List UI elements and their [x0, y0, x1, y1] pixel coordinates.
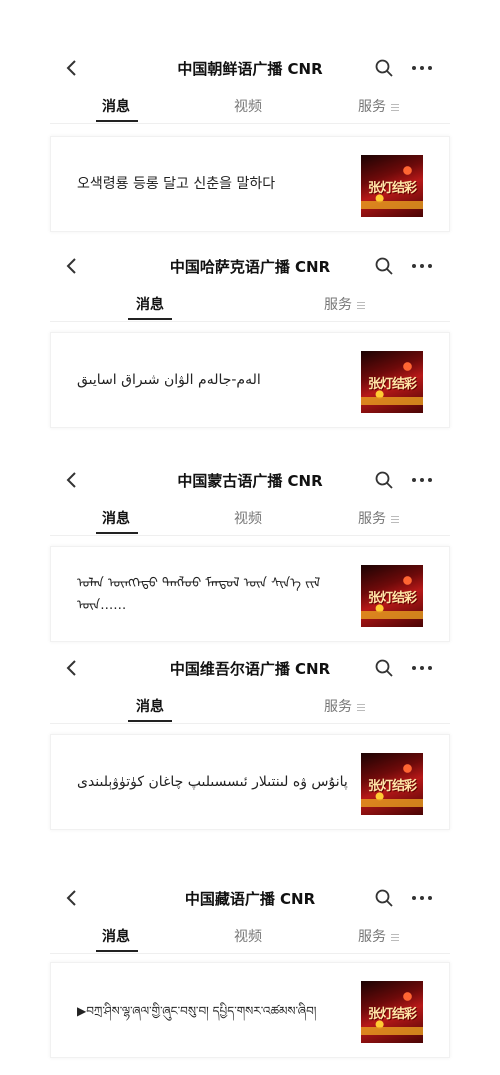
- thumbnail-caption: 张灯结彩: [367, 377, 417, 392]
- active-tab-indicator: [128, 318, 172, 320]
- menu-icon: [357, 703, 365, 711]
- menu-icon: [357, 301, 365, 309]
- app-panel-uyghur: 中国维吾尔语广播 CNR 消息 服务 پانۇس ۋە لىنتىلار ئىس…: [50, 648, 450, 830]
- tab-services[interactable]: 服务: [358, 508, 399, 528]
- message-card[interactable]: ᠣᠯᠠᠨ ᠥᠩᠭᠡᠲᠦ ᠳᠡᠩᠯᠦᠦ ᠮᠠᠨᠳᠤᠯ ᠦᠨ ᠰᠢᠨ᠎ᠡ ᠵᠢᠯ ᠦ…: [50, 546, 450, 642]
- tab-services[interactable]: 服务: [358, 96, 399, 116]
- app-panel-korean: 中国朝鲜语广播 CNR 消息 视频 服务 오색령룡 등롱 달고 신춘을 말하다 …: [50, 48, 450, 232]
- menu-icon: [391, 515, 399, 523]
- tab-news[interactable]: 消息: [136, 294, 164, 314]
- thumbnail-image: 张灯结彩: [361, 981, 423, 1043]
- app-panel-tibetan: 中国藏语广播 CNR 消息 视频 服务 ▶བཀྲ་ཤིས་ལྷ་ཞལ་གྱི་ཞ…: [50, 878, 450, 1058]
- message-card[interactable]: ▶བཀྲ་ཤིས་ལྷ་ཞལ་གྱི་ཞུང་བསུ་བ། དཔྱིད་གསར་…: [50, 962, 450, 1058]
- message-card[interactable]: پانۇس ۋە لىنتىلار ئىسسىلىپ چاغان كۈتۈۋېل…: [50, 734, 450, 830]
- more-dots-icon[interactable]: [410, 58, 434, 78]
- tab-services-label: 服务: [324, 699, 352, 715]
- tab-services-label: 服务: [358, 511, 386, 527]
- thumbnail-caption: 张灯结彩: [367, 779, 417, 794]
- tab-news[interactable]: 消息: [102, 508, 130, 528]
- tab-bar: 消息 服务: [50, 286, 450, 322]
- thumbnail-caption: 张灯结彩: [367, 1007, 417, 1022]
- thumbnail-image: 张灯结彩: [361, 565, 423, 627]
- search-icon[interactable]: [374, 256, 394, 276]
- nav-bar: 中国蒙古语广播 CNR: [50, 460, 450, 500]
- tab-bar: 消息 视频 服务: [50, 918, 450, 954]
- tab-services[interactable]: 服务: [358, 926, 399, 946]
- active-tab-indicator: [128, 720, 172, 722]
- tab-services[interactable]: 服务: [324, 294, 365, 314]
- tab-video[interactable]: 视频: [234, 926, 262, 946]
- message-text: الەم-جالەم الۋان شىراق اسايىق: [77, 372, 261, 389]
- tab-video[interactable]: 视频: [234, 508, 262, 528]
- message-card[interactable]: 오색령룡 등롱 달고 신춘을 말하다 张灯结彩: [50, 136, 450, 232]
- more-dots-icon[interactable]: [410, 470, 434, 490]
- more-dots-icon[interactable]: [410, 256, 434, 276]
- tab-bar: 消息 服务: [50, 688, 450, 724]
- more-dots-icon[interactable]: [410, 888, 434, 908]
- tab-services[interactable]: 服务: [324, 696, 365, 716]
- tab-video[interactable]: 视频: [234, 96, 262, 116]
- active-tab-indicator: [96, 120, 138, 122]
- search-icon[interactable]: [374, 888, 394, 908]
- nav-bar: 中国维吾尔语广播 CNR: [50, 648, 450, 688]
- thumbnail-caption: 张灯结彩: [367, 591, 417, 606]
- tab-news[interactable]: 消息: [102, 96, 130, 116]
- tab-bar: 消息 视频 服务: [50, 88, 450, 124]
- message-text: ▶བཀྲ་ཤིས་ལྷ་ཞལ་གྱི་ཞུང་བསུ་བ། དཔྱིད་གསར་…: [77, 1003, 317, 1018]
- message-text: 오색령룡 등롱 달고 신춘을 말하다: [77, 176, 276, 193]
- tab-news[interactable]: 消息: [136, 696, 164, 716]
- thumbnail-image: 张灯结彩: [361, 753, 423, 815]
- more-dots-icon[interactable]: [410, 658, 434, 678]
- app-panel-mongolian: 中国蒙古语广播 CNR 消息 视频 服务 ᠣᠯᠠᠨ ᠥᠩᠭᠡᠲᠦ ᠳᠡᠩᠯᠦᠦ …: [50, 460, 450, 642]
- tab-services-label: 服务: [358, 99, 386, 115]
- tab-services-label: 服务: [324, 297, 352, 313]
- message-card[interactable]: الەم-جالەم الۋان شىراق اسايىق 张灯结彩: [50, 332, 450, 428]
- thumbnail-caption: 张灯结彩: [367, 181, 417, 196]
- menu-icon: [391, 933, 399, 941]
- active-tab-indicator: [96, 532, 138, 534]
- menu-icon: [391, 103, 399, 111]
- search-icon[interactable]: [374, 658, 394, 678]
- app-panel-kazakh: 中国哈萨克语广播 CNR 消息 服务 الەم-جالەم الۋان شىرا…: [50, 246, 450, 428]
- tab-news[interactable]: 消息: [102, 926, 130, 946]
- thumbnail-image: 张灯结彩: [361, 351, 423, 413]
- thumbnail-image: 张灯结彩: [361, 155, 423, 217]
- nav-bar: 中国藏语广播 CNR: [50, 878, 450, 918]
- tab-bar: 消息 视频 服务: [50, 500, 450, 536]
- message-text: پانۇس ۋە لىنتىلار ئىسسىلىپ چاغان كۈتۈۋېل…: [77, 774, 348, 791]
- nav-bar: 中国朝鲜语广播 CNR: [50, 48, 450, 88]
- search-icon[interactable]: [374, 470, 394, 490]
- message-text: ᠣᠯᠠᠨ ᠥᠩᠭᠡᠲᠦ ᠳᠡᠩᠯᠦᠦ ᠮᠠᠨᠳᠤᠯ ᠦᠨ ᠰᠢᠨ᠎ᠡ ᠵᠢᠯ ᠦ…: [77, 575, 321, 613]
- nav-bar: 中国哈萨克语广播 CNR: [50, 246, 450, 286]
- active-tab-indicator: [96, 950, 138, 952]
- search-icon[interactable]: [374, 58, 394, 78]
- tab-services-label: 服务: [358, 929, 386, 945]
